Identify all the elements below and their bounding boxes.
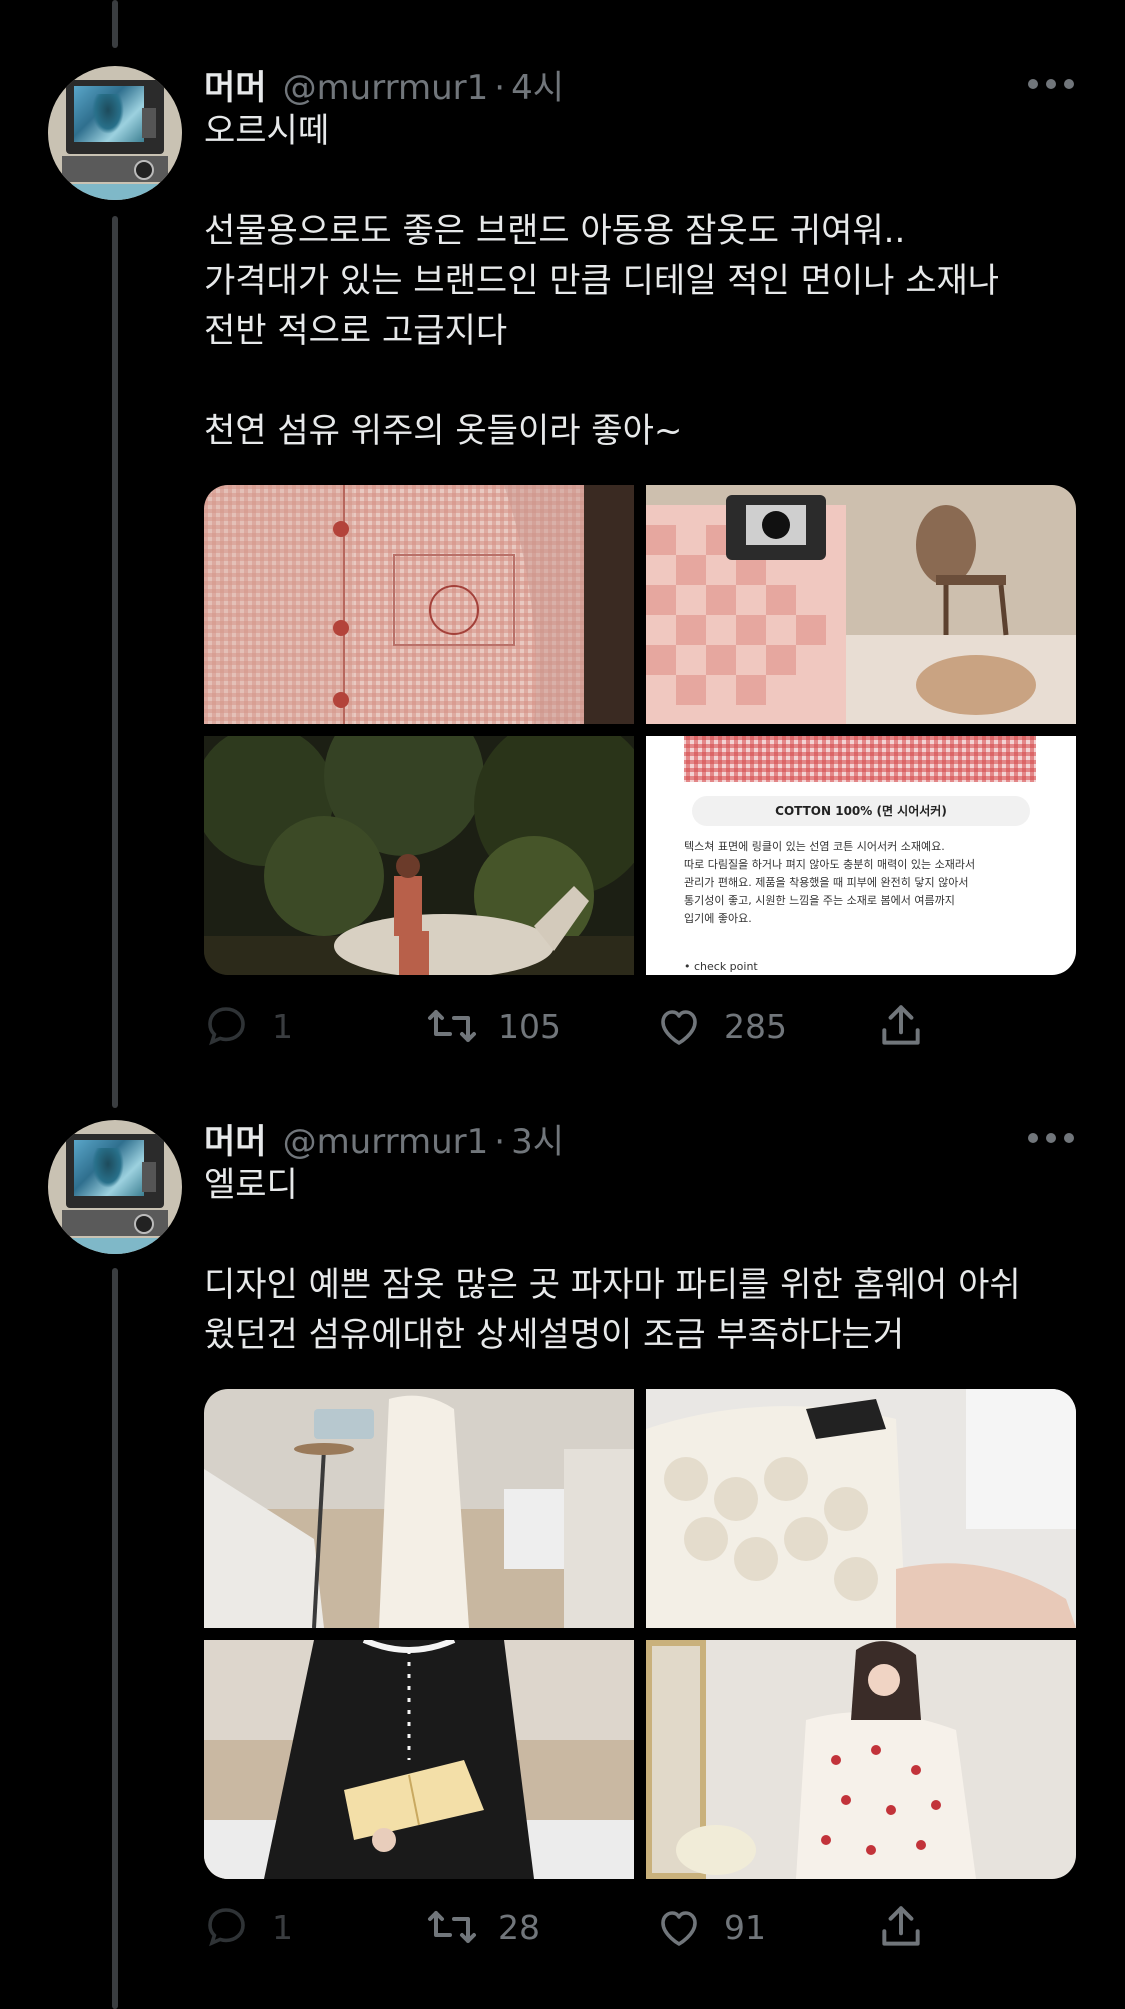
card-body-line: 관리가 편해요. 제품을 착용했을 때 피부에 완전히 닿지 않아서	[684, 876, 969, 889]
like-icon	[661, 1911, 697, 1946]
share-button[interactable]	[876, 1899, 926, 1955]
share-icon	[882, 1906, 920, 1946]
like-button[interactable]: 91	[654, 1899, 766, 1955]
thread-line-1	[112, 216, 118, 1108]
tweet-line: 웠던건 섬유에대한 상세설명이 조금 부족하다는거	[204, 1315, 905, 1355]
handle[interactable]: @murrmur1	[283, 68, 489, 108]
tweet-actions: 1 28 91	[204, 1899, 1084, 1955]
share-button[interactable]	[876, 998, 926, 1054]
retweet-icon	[428, 1010, 476, 1042]
tweet-line: 선물용으로도 좋은 브랜드 아동용 잠옷도 귀여워..	[204, 211, 906, 251]
display-name[interactable]: 머머	[204, 60, 267, 109]
avatar[interactable]	[48, 1120, 182, 1254]
tweet-line: 디자인 예쁜 잠옷 많은 곳 파자마 파티를 위한 홈웨어 아쉬	[204, 1265, 1021, 1305]
share-icon	[882, 1005, 920, 1045]
media-grid	[204, 1389, 1076, 1879]
timestamp[interactable]: 3시	[511, 1114, 564, 1163]
like-icon	[661, 1010, 697, 1045]
tweet-header: 머머 @murrmur1 · 3시	[204, 1114, 564, 1162]
like-button[interactable]: 285	[654, 998, 787, 1054]
tweet-text: 엘로디 디자인 예쁜 잠옷 많은 곳 파자마 파티를 위한 홈웨어 아쉬 웠던건…	[204, 1160, 1084, 1360]
tweet-header: 머머 @murrmur1 · 4시	[204, 60, 564, 108]
handle[interactable]: @murrmur1	[283, 1122, 489, 1162]
retweet-count: 28	[498, 1907, 540, 1947]
reply-button[interactable]: 1	[204, 1899, 293, 1955]
card-body-line: 입기에 좋아요.	[684, 912, 752, 925]
like-count: 91	[724, 1907, 766, 1947]
retweet-icon	[428, 1911, 476, 1943]
tweet-actions: 1 105 285	[204, 998, 1084, 1054]
reply-count: 1	[272, 1907, 293, 1947]
display-name[interactable]: 머머	[204, 1114, 267, 1163]
card-body: 텍스쳐 표면에 링클이 있는 선염 코튼 시어서커 소재예요. 따로 다림질을 …	[684, 838, 1064, 928]
thread-line-2	[112, 1268, 118, 2009]
retweet-button[interactable]: 28	[426, 1899, 540, 1955]
more-icon[interactable]	[1028, 1128, 1074, 1148]
card-footer: • check point	[684, 960, 758, 973]
like-count: 285	[724, 1006, 787, 1046]
media-photo[interactable]	[646, 1389, 1076, 1628]
media-photo[interactable]	[204, 1640, 634, 1879]
tweet-line: 엘로디	[204, 1165, 298, 1205]
timestamp[interactable]: 4시	[511, 60, 564, 109]
reply-count: 1	[272, 1006, 293, 1046]
retweet-button[interactable]: 105	[426, 998, 561, 1054]
tweet-line: 전반 적으로 고급지다	[204, 311, 508, 351]
media-photo[interactable]	[646, 1640, 1076, 1879]
reply-icon	[208, 1908, 245, 1947]
tweet-line: 오르시떼	[204, 111, 330, 151]
more-icon[interactable]	[1028, 74, 1074, 94]
media-photo[interactable]: COTTON 100% (면 시어서커) 텍스쳐 표면에 링클이 있는 선염 코…	[646, 736, 1076, 975]
avatar[interactable]	[48, 66, 182, 200]
thread-line-top	[112, 0, 118, 48]
separator: ·	[494, 68, 506, 108]
media-photo[interactable]	[204, 1389, 634, 1628]
reply-button[interactable]: 1	[204, 998, 293, 1054]
media-grid: COTTON 100% (면 시어서커) 텍스쳐 표면에 링클이 있는 선염 코…	[204, 485, 1076, 975]
media-photo[interactable]	[204, 485, 634, 724]
media-photo[interactable]	[646, 485, 1076, 724]
card-body-line: 따로 다림질을 하거나 펴지 않아도 충분히 매력이 있는 소재라서	[684, 858, 976, 871]
card-title: COTTON 100% (면 시어서커)	[775, 804, 947, 818]
reply-icon	[208, 1007, 245, 1046]
media-photo[interactable]	[204, 736, 634, 975]
tweet-text: 오르시떼 선물용으로도 좋은 브랜드 아동용 잠옷도 귀여워.. 가격대가 있는…	[204, 106, 1084, 456]
separator: ·	[494, 1122, 506, 1162]
retweet-count: 105	[498, 1006, 561, 1046]
tweet-line: 가격대가 있는 브랜드인 만큼 디테일 적인 면이나 소재나	[204, 261, 1000, 301]
card-body-line: 통기성이 좋고, 시원한 느낌을 주는 소재로 봄에서 여름까지	[684, 894, 955, 907]
tweet-line: 천연 섬유 위주의 옷들이라 좋아~	[204, 411, 683, 451]
card-body-line: 텍스쳐 표면에 링클이 있는 선염 코튼 시어서커 소재예요.	[684, 840, 945, 853]
